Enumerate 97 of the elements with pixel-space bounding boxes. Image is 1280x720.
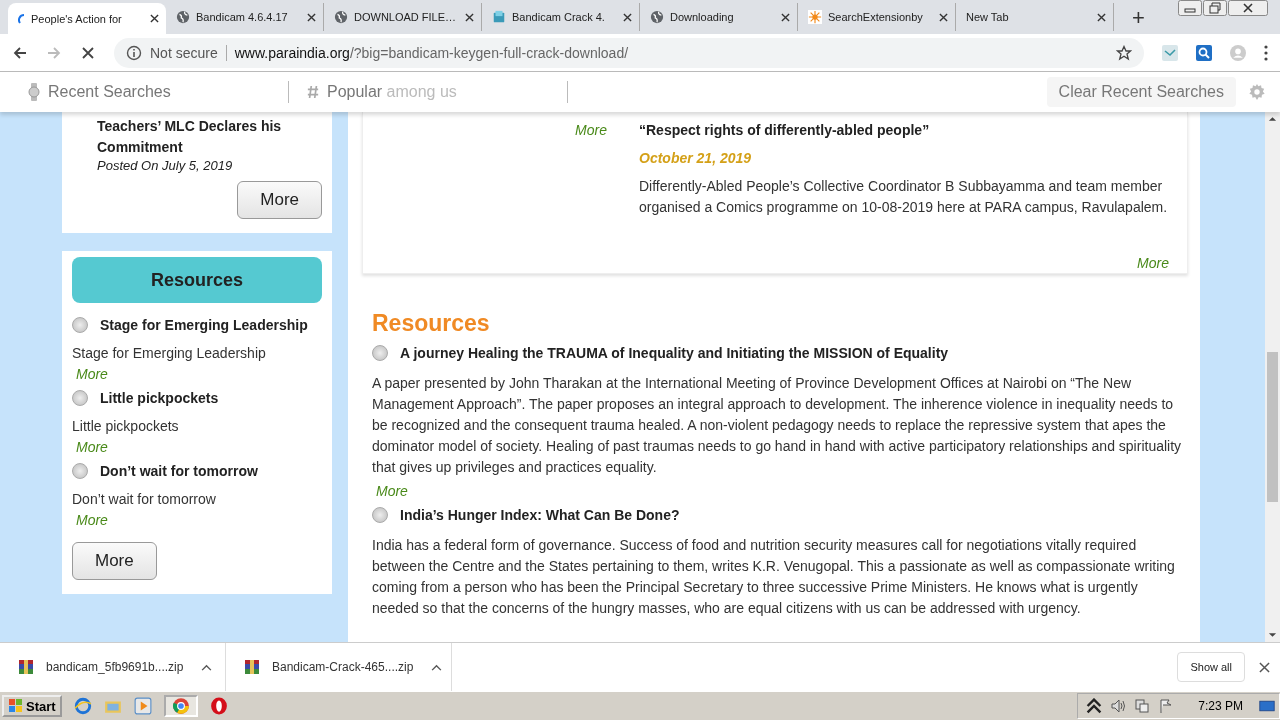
section-heading: Resources <box>372 310 491 337</box>
back-icon[interactable] <box>12 44 28 61</box>
windows-logo-icon <box>8 698 24 714</box>
stop-icon[interactable] <box>80 44 96 61</box>
more-link[interactable]: More <box>376 483 408 499</box>
more-button[interactable]: More <box>237 181 322 219</box>
bullet-icon <box>372 507 388 523</box>
resource-text: India has a federal form of governance. Success of food and nutrition security measures call for negotiations vitally required between the Centre and the States pertaining to them, writes K.R. Venugopal. This a passionate as well as compassionate writing coming from a person who has been the Principal Secretary to three successive Prime Ministers. He knows what is urgently needed so that the concerns of the hungry masses, who are equal citizens with us can be addressed with urgency. <box>372 536 1176 618</box>
close-icon[interactable] <box>465 12 474 22</box>
caret-icon[interactable] <box>201 663 213 671</box>
news-title[interactable]: “Respect rights of differently-abled people” <box>639 122 1169 138</box>
tab-title: People's Action for <box>31 12 123 25</box>
bullet-icon <box>72 317 88 333</box>
scroll-thumb[interactable] <box>1267 351 1278 503</box>
close-icon[interactable] <box>1259 661 1270 673</box>
url-text: www.paraindia.org/?big=bandicam-keygen-full-crack-download/ <box>234 44 630 61</box>
chevron-up-icon[interactable] <box>1086 698 1103 714</box>
close-icon[interactable] <box>150 14 159 23</box>
resource-title[interactable]: India’s Hunger Index: What Can Be Done? <box>400 507 680 523</box>
more-button[interactable]: More <box>72 542 157 580</box>
archive-icon <box>244 659 260 675</box>
resource-text: Don’t wait for tomorrow <box>72 491 217 507</box>
browser-tab[interactable]: Bandicam Crack 4. <box>482 3 640 31</box>
tab-title: SearchExtensionby <box>828 11 924 23</box>
restore-icon[interactable] <box>1203 0 1227 16</box>
close-icon[interactable] <box>623 12 632 22</box>
close-icon[interactable] <box>781 12 790 22</box>
browser-icon[interactable] <box>73 697 92 715</box>
address-bar[interactable]: Not secure www.paraindia.org/?big=bandicam-keygen-full-crack-download/ <box>114 37 1144 68</box>
star-icon[interactable] <box>1116 44 1132 61</box>
globe-icon <box>650 10 664 24</box>
close-icon[interactable] <box>939 12 948 22</box>
scroll-up-icon[interactable] <box>1268 116 1277 122</box>
resource-text: A paper presented by John Tharakan at the International Meeting of Province Development Offices at Nairobi on “The New Management Approach”. The paper proposes an integral approach to development. The inherence violence in inequality needs to be recognized and the consequent trauma healed. A non-violent pedagogy needs to replace the repressive system that apes the dominator model of society. Healing of past traumas needs to go hand in hand with active participatory relationships and spirituality that gives up privileges and practices equality. <box>372 374 1183 477</box>
watch-icon <box>28 83 40 101</box>
search-icon[interactable] <box>1196 44 1212 61</box>
resource-title[interactable]: Don’t wait for tomorrow <box>100 463 258 479</box>
opera-icon[interactable] <box>209 697 228 715</box>
more-link[interactable]: More <box>76 366 108 382</box>
new-tab-button[interactable]: + <box>1128 5 1149 31</box>
archive-icon <box>18 659 34 675</box>
speaker-icon[interactable] <box>1110 698 1127 714</box>
more-link[interactable]: More <box>76 439 108 455</box>
tab-title: Downloading <box>670 11 735 23</box>
popular-label[interactable]: Popular among us <box>327 83 457 101</box>
close-icon[interactable] <box>1097 12 1106 22</box>
news-date: October 21, 2019 <box>639 150 753 166</box>
chrome-icon[interactable] <box>171 697 190 715</box>
caret-icon[interactable] <box>431 663 443 671</box>
browser-tab[interactable]: New Tab <box>956 3 1114 31</box>
tab-title: Bandicam Crack 4. <box>512 11 606 23</box>
book-icon <box>492 10 506 24</box>
media-player-icon[interactable] <box>133 697 152 715</box>
clear-recent-searches-button[interactable]: Clear Recent Searches <box>1046 77 1236 107</box>
loading-icon <box>18 13 25 24</box>
posted-date: Posted On July 5, 2019 <box>97 158 234 173</box>
more-link[interactable]: More <box>76 512 108 528</box>
show-all-button[interactable]: Show all <box>1177 652 1245 682</box>
close-icon[interactable] <box>307 12 316 22</box>
more-link[interactable]: More <box>575 122 607 273</box>
resource-text: Little pickpockets <box>72 418 180 434</box>
browser-tab[interactable]: Bandicam 4.6.4.17 <box>166 3 324 31</box>
resources-header: Resources <box>72 257 322 303</box>
tab-title: Bandicam 4.6.4.17 <box>196 11 289 23</box>
minimize-icon[interactable] <box>1178 0 1202 16</box>
globe-icon <box>176 10 190 24</box>
clock: 7:23 PM <box>1198 699 1243 713</box>
tab-title: New Tab <box>966 11 1010 23</box>
scrollbar[interactable] <box>1265 112 1280 642</box>
bullet-icon <box>72 463 88 479</box>
tab-title: DOWNLOAD FILE… <box>354 11 458 23</box>
browser-tab[interactable]: Downloading <box>640 3 798 31</box>
browser-tab[interactable]: DOWNLOAD FILE… <box>324 3 482 31</box>
scroll-down-icon[interactable] <box>1268 632 1277 638</box>
sun-icon <box>808 10 822 24</box>
mail-icon[interactable] <box>1162 44 1178 61</box>
more-link[interactable]: More <box>1137 255 1169 271</box>
close-window-icon[interactable] <box>1228 0 1268 16</box>
hash-icon <box>307 83 319 101</box>
browser-tab[interactable]: People's Action for <box>8 3 166 34</box>
resource-title[interactable]: Little pickpockets <box>100 390 219 406</box>
bullet-icon <box>72 390 88 406</box>
globe-icon <box>334 10 348 24</box>
start-button[interactable]: Start <box>2 695 62 717</box>
bullet-icon <box>372 345 388 361</box>
post-title[interactable]: Teachers’ MLC Declares his Commitment <box>97 116 322 158</box>
browser-tab[interactable]: SearchExtensionby <box>798 3 956 31</box>
info-icon <box>126 44 142 61</box>
menu-icon[interactable] <box>1264 44 1268 61</box>
resource-title[interactable]: A journey Healing the TRAUMA of Inequality and Initiating the MISSION of Equality <box>400 345 949 361</box>
recent-searches-label[interactable]: Recent Searches <box>48 83 171 101</box>
resource-title[interactable]: Stage for Emerging Leadership <box>100 317 308 333</box>
security-label: Not secure <box>150 44 218 61</box>
network-icon[interactable] <box>1134 698 1151 714</box>
desktop-icon[interactable] <box>1259 698 1275 714</box>
news-text: Differently-Abled People’s Collective Coordinator B Subbayamma and team member organised a Comics programme on 10-08-2019 here at PARA campus, Ravulapalem. <box>639 177 1169 217</box>
resource-text: Stage for Emerging Leadership <box>72 345 267 361</box>
